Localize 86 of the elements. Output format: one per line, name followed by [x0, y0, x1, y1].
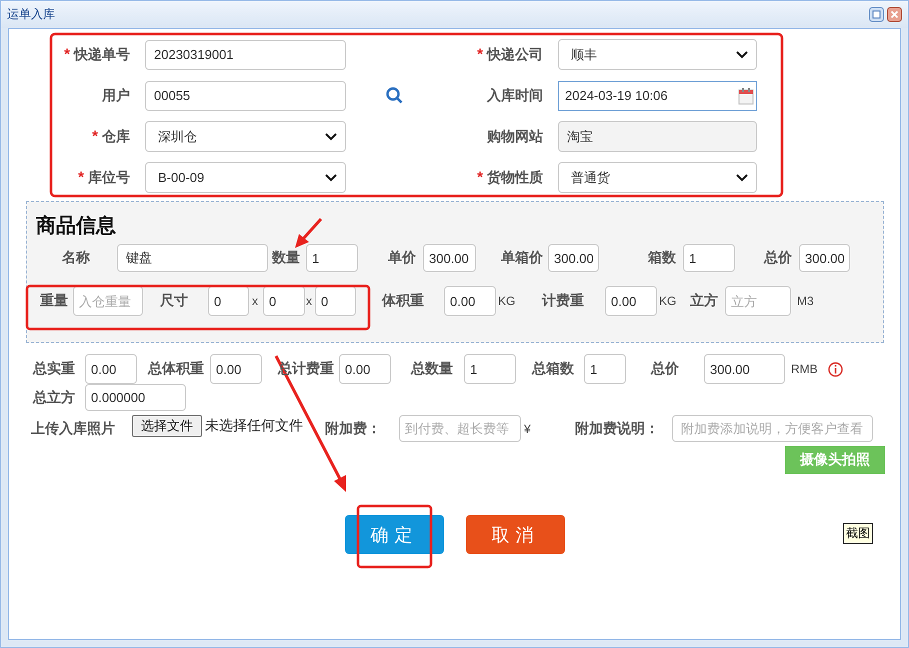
- field-label: 数量: [272, 249, 301, 267]
- search-icon[interactable]: [386, 87, 403, 104]
- input-field[interactable]: 0: [263, 286, 305, 316]
- unit-label: M3: [797, 294, 815, 308]
- field-label: 总价: [764, 249, 793, 267]
- select-field[interactable]: 深圳仓: [145, 121, 346, 152]
- calendar-icon[interactable]: [738, 86, 754, 104]
- field-label: 体积重: [382, 292, 425, 310]
- info-icon[interactable]: [828, 362, 843, 376]
- field-label: 上传入库照片: [31, 420, 116, 438]
- input-field[interactable]: 入仓重量: [73, 286, 143, 316]
- field-label: 总实重: [33, 360, 76, 378]
- cancel-button[interactable]: 取消: [466, 515, 565, 554]
- required-mark: *: [92, 128, 98, 145]
- input-field[interactable]: 300.00: [548, 244, 599, 272]
- field-label: 入库时间: [487, 86, 543, 104]
- tooltip: 截图: [843, 523, 873, 544]
- required-mark: *: [64, 46, 70, 63]
- input-field[interactable]: 0.00: [85, 354, 137, 384]
- input-field[interactable]: 淘宝: [558, 121, 757, 152]
- field-label: 总立方: [33, 388, 76, 406]
- window-icon[interactable]: [869, 7, 884, 22]
- input-field[interactable]: 1: [464, 354, 516, 384]
- required-mark: *: [477, 169, 483, 186]
- field-label: 箱数: [648, 249, 677, 267]
- chevron-icon: [325, 132, 337, 140]
- choose-file-button[interactable]: 选择文件: [132, 415, 202, 437]
- field-label: 附加费：: [325, 420, 382, 438]
- date-field[interactable]: 2024-03-19 10:06: [558, 80, 757, 110]
- unit-label: RMB: [791, 362, 819, 376]
- input-field[interactable]: 1: [306, 244, 358, 272]
- input-field[interactable]: 00055: [145, 80, 346, 110]
- field-label: 快递单号: [74, 46, 130, 64]
- field-label: 重量: [40, 292, 69, 310]
- field-label: 仓库: [102, 128, 130, 146]
- close-icon[interactable]: [887, 7, 902, 22]
- input-field[interactable]: 到付费、超长费等: [399, 415, 521, 442]
- input-field[interactable]: 1: [584, 354, 626, 384]
- input-field[interactable]: 300.00: [704, 354, 785, 384]
- unit-label: KG: [498, 294, 516, 308]
- section-title: 商品信息: [36, 214, 116, 238]
- select-field[interactable]: 顺丰: [558, 39, 757, 70]
- input-field[interactable]: 立方: [725, 286, 791, 316]
- input-field[interactable]: 300.00: [423, 244, 476, 272]
- input-field[interactable]: 0.000000: [85, 384, 186, 411]
- file-status: 未选择任何文件: [205, 417, 300, 435]
- field-label: 尺寸: [160, 292, 189, 310]
- input-field[interactable]: 0: [315, 286, 356, 316]
- required-mark: *: [477, 46, 483, 63]
- field-label: 名称: [62, 249, 91, 267]
- field-label: 货物性质: [487, 168, 543, 186]
- field-label: 库位号: [88, 168, 130, 186]
- chevron-icon: [736, 50, 748, 58]
- field-label: 单箱价: [501, 249, 544, 267]
- field-label: 单价: [388, 249, 417, 267]
- unit-label: x: [306, 294, 313, 308]
- input-field[interactable]: 0.00: [444, 286, 496, 316]
- input-field[interactable]: 附加费添加说明，方便客户查看: [672, 415, 873, 442]
- field-label: 总体积重: [148, 360, 205, 378]
- input-field[interactable]: 0.00: [339, 354, 391, 384]
- field-label: 快递公司: [487, 46, 543, 64]
- input-field[interactable]: 20230319001: [145, 40, 346, 70]
- chevron-icon: [325, 174, 337, 182]
- unit-label: x: [252, 294, 259, 308]
- window-title: 运单入库: [7, 6, 56, 23]
- field-label: 附加费说明：: [575, 420, 660, 438]
- field-label: 用户: [102, 86, 130, 104]
- field-label: 总价: [651, 360, 680, 378]
- select-field[interactable]: B-00-09: [145, 162, 346, 193]
- input-field[interactable]: 1: [683, 244, 735, 272]
- unit-label: ¥: [524, 422, 532, 436]
- chevron-icon: [736, 174, 748, 182]
- field-label: 总箱数: [532, 360, 575, 378]
- field-label: 购物网站: [487, 128, 543, 146]
- annotation-arrow: [295, 218, 322, 248]
- field-label: 计费重: [542, 292, 585, 310]
- input-field[interactable]: 键盘: [117, 244, 268, 272]
- input-field[interactable]: 0: [208, 286, 249, 316]
- input-field[interactable]: 300.00: [799, 244, 850, 272]
- required-mark: *: [78, 169, 84, 186]
- field-label: 立方: [690, 292, 719, 310]
- input-field[interactable]: 0.00: [210, 354, 262, 384]
- field-label: 总数量: [411, 360, 454, 378]
- input-field[interactable]: 0.00: [605, 286, 657, 316]
- select-field[interactable]: 普通货: [558, 162, 757, 193]
- unit-label: KG: [659, 294, 677, 308]
